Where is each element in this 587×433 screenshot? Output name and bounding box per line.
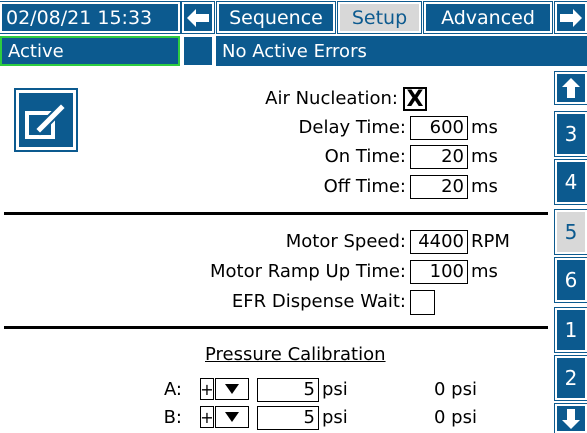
page-1-button[interactable]: 1 xyxy=(554,307,587,353)
delay-time-input[interactable]: 600 xyxy=(410,116,468,140)
datetime-display: 02/08/21 15:33 xyxy=(0,1,181,34)
on-time-unit: ms xyxy=(471,146,498,167)
pressure-a-label: A: xyxy=(163,379,182,400)
off-time-input[interactable]: 20 xyxy=(410,175,468,199)
triangle-down-icon xyxy=(225,412,239,422)
nav-left-button[interactable] xyxy=(181,1,215,34)
tab-setup[interactable]: Setup xyxy=(337,1,422,34)
page-4-button[interactable]: 4 xyxy=(554,159,587,205)
delay-time-label: Delay Time: xyxy=(298,117,406,138)
on-time-input[interactable]: 20 xyxy=(410,145,468,169)
on-time-label: On Time: xyxy=(324,146,406,167)
pressure-b-reading: 0 psi xyxy=(434,407,477,428)
edit-mode-button[interactable] xyxy=(14,88,78,152)
tab-advanced[interactable]: Advanced xyxy=(423,1,553,34)
pressure-a-dropdown[interactable] xyxy=(215,378,249,400)
efr-dispense-wait-checkbox[interactable] xyxy=(410,290,435,315)
status-indicator xyxy=(183,36,213,66)
air-nucleation-label: Air Nucleation: xyxy=(265,88,398,109)
page-5-button[interactable]: 5 xyxy=(554,209,587,255)
triangle-down-icon xyxy=(225,384,239,394)
pressure-b-dropdown[interactable] xyxy=(215,406,249,428)
pressure-b-unit: psi xyxy=(322,407,348,428)
tab-sequence[interactable]: Sequence xyxy=(216,1,336,34)
delay-time-unit: ms xyxy=(471,117,498,138)
arrow-up-icon xyxy=(562,78,580,98)
arrow-left-icon xyxy=(187,8,209,27)
pressure-b-sign-button[interactable]: + xyxy=(200,406,214,428)
air-nucleation-checkbox[interactable]: X xyxy=(403,87,427,112)
pressure-b-input[interactable]: 5 xyxy=(257,406,319,430)
off-time-label: Off Time: xyxy=(323,176,406,197)
motor-ramp-label: Motor Ramp Up Time: xyxy=(210,261,406,282)
nav-right-button[interactable] xyxy=(554,1,587,34)
arrow-down-icon xyxy=(562,408,580,429)
page-2-button[interactable]: 2 xyxy=(554,355,587,401)
divider xyxy=(4,212,548,215)
pressure-a-unit: psi xyxy=(322,379,348,400)
pressure-a-input[interactable]: 5 xyxy=(257,378,319,402)
pressure-b-label: B: xyxy=(163,407,182,428)
pressure-a-sign-button[interactable]: + xyxy=(200,378,214,400)
divider xyxy=(4,326,548,329)
scroll-up-button[interactable] xyxy=(554,71,587,105)
page-6-button[interactable]: 6 xyxy=(554,257,587,303)
edit-icon xyxy=(25,101,68,139)
pressure-calibration-title: Pressure Calibration xyxy=(205,344,386,365)
motor-speed-label: Motor Speed: xyxy=(285,231,406,252)
off-time-unit: ms xyxy=(471,176,498,197)
page-3-button[interactable]: 3 xyxy=(554,111,587,157)
motor-ramp-input[interactable]: 100 xyxy=(410,260,468,284)
motor-speed-input[interactable]: 4400 xyxy=(410,230,468,254)
efr-dispense-wait-label: EFR Dispense Wait: xyxy=(231,291,406,312)
scroll-down-button[interactable] xyxy=(554,403,587,433)
pressure-a-reading: 0 psi xyxy=(434,379,477,400)
arrow-right-icon xyxy=(560,8,582,27)
motor-ramp-unit: ms xyxy=(471,261,498,282)
status-active: Active xyxy=(0,36,180,66)
motor-speed-unit: RPM xyxy=(471,231,510,252)
error-status: No Active Errors xyxy=(216,36,587,66)
